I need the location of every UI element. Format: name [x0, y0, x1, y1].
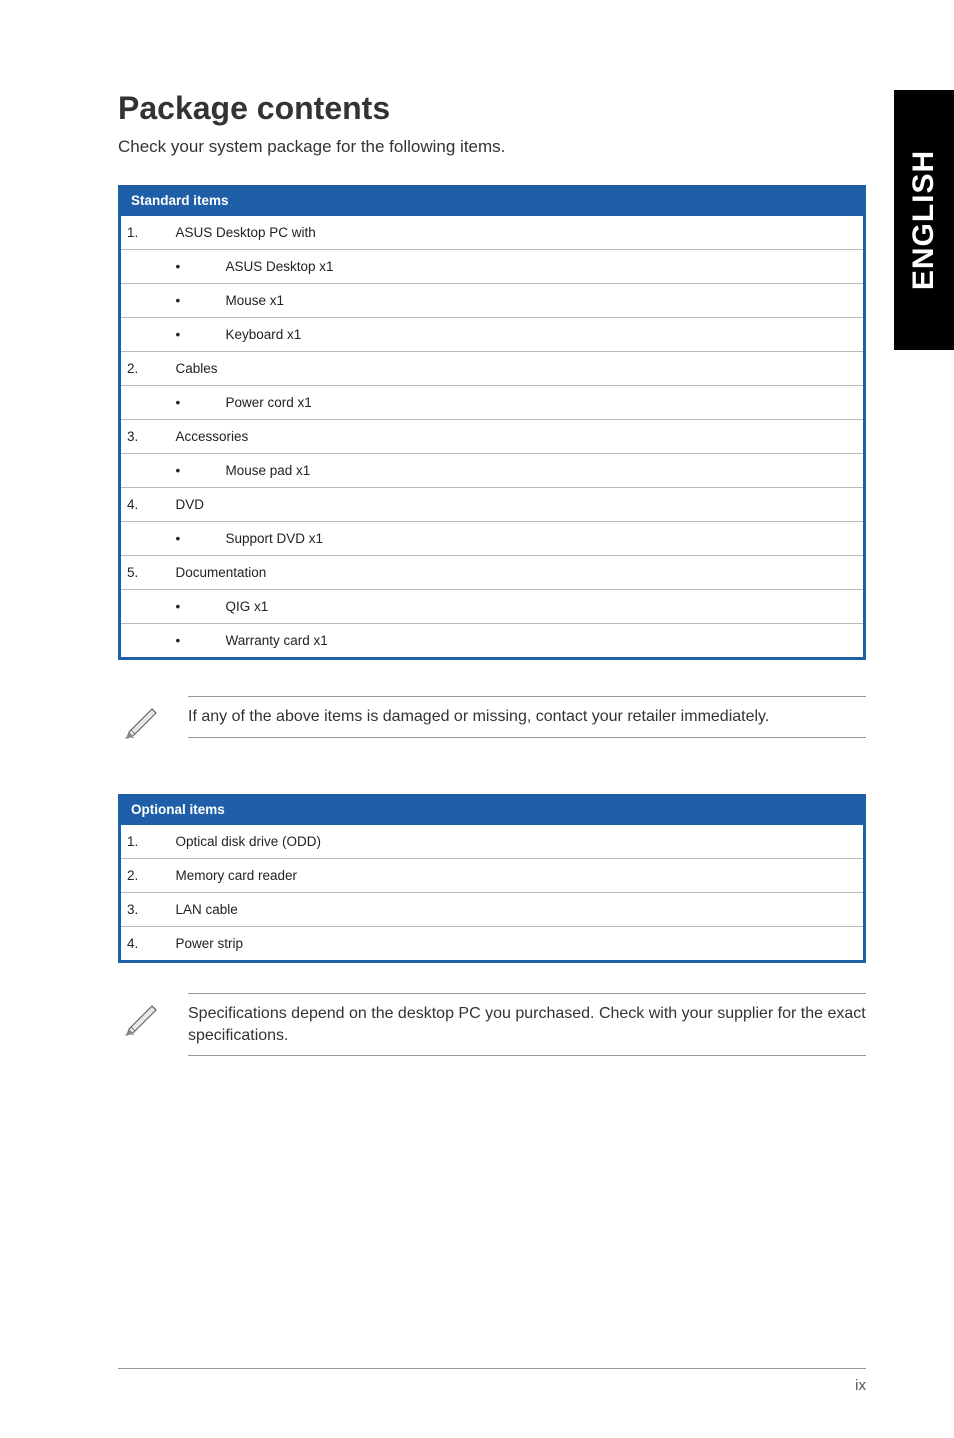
table-row: 1.ASUS Desktop PC with [120, 216, 865, 250]
table-row: •Support DVD x1 [120, 522, 865, 556]
table-row: 3.Accessories [120, 420, 865, 454]
table-row: •Mouse x1 [120, 284, 865, 318]
bullet-icon: • [170, 284, 220, 318]
table-row: •QIG x1 [120, 590, 865, 624]
row-spacer [120, 386, 170, 420]
row-number: 1. [120, 216, 170, 250]
row-label: Power strip [170, 927, 865, 962]
row-label: Documentation [170, 556, 865, 590]
table-row: 3.LAN cable [120, 893, 865, 927]
row-spacer [120, 250, 170, 284]
row-spacer [120, 590, 170, 624]
sub-item-label: QIG x1 [220, 590, 865, 624]
note-block-1: If any of the above items is damaged or … [118, 696, 866, 740]
pencil-icon [118, 696, 166, 740]
table-row: •Keyboard x1 [120, 318, 865, 352]
row-number: 3. [120, 420, 170, 454]
row-label: ASUS Desktop PC with [170, 216, 865, 250]
optional-header: Optional items [120, 794, 865, 825]
bullet-icon: • [170, 386, 220, 420]
row-number: 1. [120, 825, 170, 859]
row-spacer [120, 624, 170, 659]
page-title: Package contents [118, 90, 866, 127]
row-spacer [120, 454, 170, 488]
bullet-icon: • [170, 624, 220, 659]
row-number: 2. [120, 352, 170, 386]
intro-text: Check your system package for the follow… [118, 137, 866, 157]
note-text-1: If any of the above items is damaged or … [188, 696, 866, 738]
table-row: •Mouse pad x1 [120, 454, 865, 488]
row-label: DVD [170, 488, 865, 522]
note-text-2: Specifications depend on the desktop PC … [188, 993, 866, 1056]
language-label: ENGLISH [907, 150, 941, 290]
sub-item-label: ASUS Desktop x1 [220, 250, 865, 284]
page-footer: ix [118, 1368, 866, 1394]
row-spacer [120, 318, 170, 352]
table-row: 1.Optical disk drive (ODD) [120, 825, 865, 859]
bullet-icon: • [170, 590, 220, 624]
sub-item-label: Power cord x1 [220, 386, 865, 420]
table-row: 4.Power strip [120, 927, 865, 962]
sub-item-label: Warranty card x1 [220, 624, 865, 659]
row-number: 5. [120, 556, 170, 590]
language-tab: ENGLISH [894, 90, 954, 350]
bullet-icon: • [170, 318, 220, 352]
row-label: Cables [170, 352, 865, 386]
row-label: LAN cable [170, 893, 865, 927]
pencil-icon [118, 993, 166, 1037]
row-number: 2. [120, 859, 170, 893]
row-number: 3. [120, 893, 170, 927]
row-label: Optical disk drive (ODD) [170, 825, 865, 859]
table-row: 2.Cables [120, 352, 865, 386]
bullet-icon: • [170, 250, 220, 284]
bullet-icon: • [170, 454, 220, 488]
optional-items-table: Optional items 1.Optical disk drive (ODD… [118, 794, 866, 963]
table-row: •ASUS Desktop x1 [120, 250, 865, 284]
sub-item-label: Mouse x1 [220, 284, 865, 318]
sub-item-label: Mouse pad x1 [220, 454, 865, 488]
bullet-icon: • [170, 522, 220, 556]
row-number: 4. [120, 927, 170, 962]
standard-header: Standard items [120, 185, 865, 216]
table-row: 4.DVD [120, 488, 865, 522]
page-number: ix [855, 1377, 866, 1394]
row-spacer [120, 522, 170, 556]
table-row: •Power cord x1 [120, 386, 865, 420]
row-label: Accessories [170, 420, 865, 454]
standard-items-table: Standard items 1.ASUS Desktop PC with•AS… [118, 185, 866, 660]
sub-item-label: Support DVD x1 [220, 522, 865, 556]
row-label: Memory card reader [170, 859, 865, 893]
table-row: 2.Memory card reader [120, 859, 865, 893]
note-block-2: Specifications depend on the desktop PC … [118, 993, 866, 1056]
sub-item-label: Keyboard x1 [220, 318, 865, 352]
row-number: 4. [120, 488, 170, 522]
table-row: 5.Documentation [120, 556, 865, 590]
row-spacer [120, 284, 170, 318]
table-row: •Warranty card x1 [120, 624, 865, 659]
